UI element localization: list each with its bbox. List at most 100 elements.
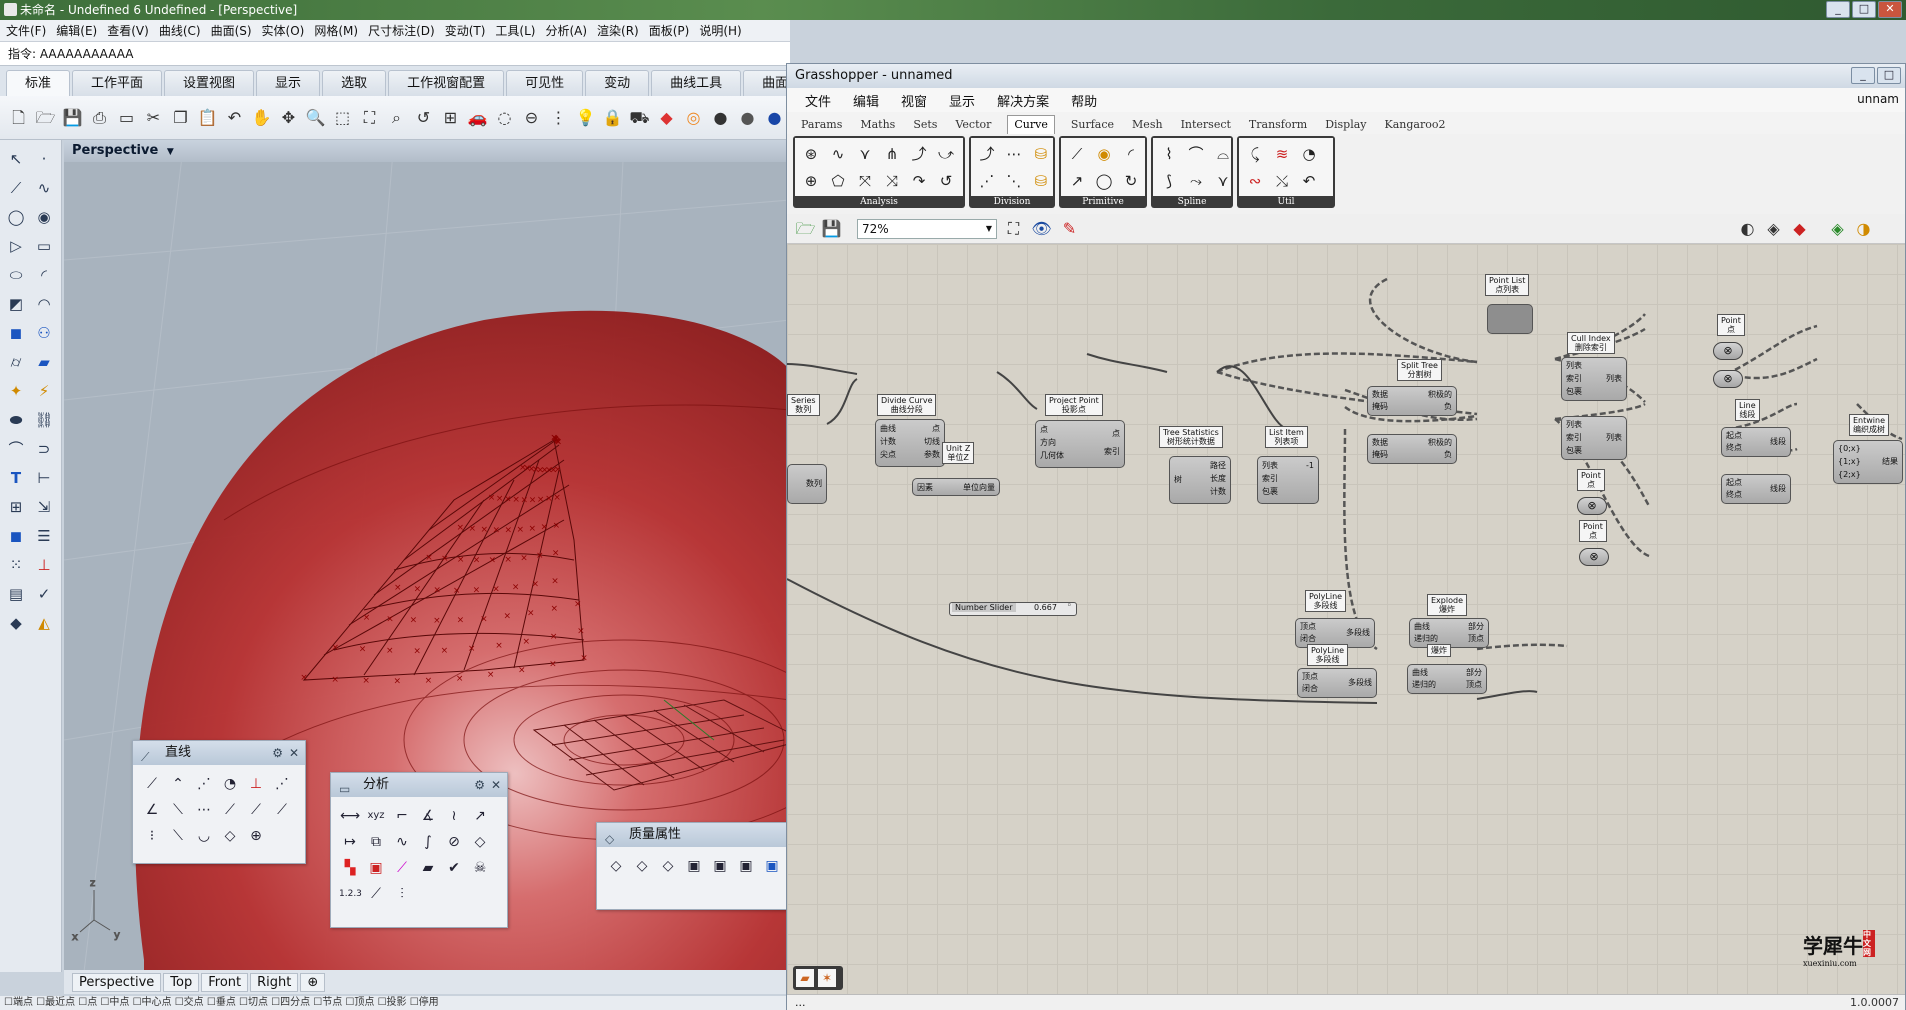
polygon-icon[interactable]: ▷: [4, 235, 28, 257]
rectangle-icon[interactable]: ▭: [32, 235, 56, 257]
vertical-line-icon[interactable]: ⟋: [245, 799, 267, 821]
point-param-2[interactable]: ⊗: [1713, 370, 1743, 388]
gh-menu-edit[interactable]: 编辑: [853, 91, 879, 110]
gh-menu-solution[interactable]: 解决方案: [997, 91, 1049, 110]
loft-icon[interactable]: ◠: [32, 293, 56, 315]
tab-cplane[interactable]: 工作平面: [72, 70, 163, 96]
blend-icon[interactable]: ◡: [193, 825, 215, 847]
polyline-component-icon[interactable]: ⟆: [1156, 168, 1182, 194]
zoom-window-icon[interactable]: ⬚: [332, 107, 353, 128]
contour-icon[interactable]: ⛁: [1028, 141, 1054, 167]
widget-icon-2[interactable]: ✶: [818, 969, 836, 987]
four-view-icon[interactable]: ⊞: [440, 107, 461, 128]
direction-icon[interactable]: ↗: [469, 805, 491, 827]
curve-icon[interactable]: ∿: [32, 177, 56, 199]
tab-visibility[interactable]: 可见性: [506, 70, 584, 96]
dimension-icon[interactable]: ⊢: [32, 467, 56, 489]
length-icon[interactable]: ⌐: [391, 805, 413, 827]
xyz-icon[interactable]: xyz: [365, 805, 387, 827]
group-icon[interactable]: ◼: [4, 525, 28, 547]
offset-curve-icon[interactable]: ≋: [1269, 141, 1295, 167]
point-param-3[interactable]: ⊗: [1577, 497, 1607, 515]
nurbs-curve-icon[interactable]: ⌒: [1183, 141, 1209, 167]
gh-tab-curve[interactable]: Curve: [1007, 115, 1055, 134]
tab-perspective[interactable]: Perspective: [72, 972, 162, 992]
preview-shaded-icon[interactable]: ◈: [1763, 218, 1784, 239]
gh-tab-sets[interactable]: Sets: [911, 118, 939, 134]
explode-component-2[interactable]: 曲线 递归的 部分 顶点: [1407, 664, 1487, 694]
gh-menu-display[interactable]: 显示: [949, 91, 975, 110]
lock-icon[interactable]: 🔒: [602, 107, 623, 128]
point-icon[interactable]: ·: [32, 148, 56, 170]
edge-icon[interactable]: ◇: [469, 831, 491, 853]
check-icon[interactable]: ✓: [32, 583, 56, 605]
snap-icon[interactable]: ⋮: [548, 107, 569, 128]
menu-render[interactable]: 渲染(R): [597, 22, 639, 39]
split-icon[interactable]: ⚡: [32, 380, 56, 402]
light-bulb-icon[interactable]: 💡: [575, 107, 596, 128]
explode-component-icon[interactable]: ⤹: [1242, 141, 1268, 167]
minimize-button[interactable]: _: [1826, 1, 1850, 18]
close-icon[interactable]: ✕: [491, 773, 501, 797]
gh-tab-kangaroo2[interactable]: Kangaroo2: [1383, 118, 1448, 134]
point-line-icon[interactable]: ⁝: [141, 825, 163, 847]
gh-tab-surface[interactable]: Surface: [1069, 118, 1116, 134]
naked-edge-icon[interactable]: ⫶: [391, 883, 413, 905]
point-list-component[interactable]: [1487, 304, 1533, 334]
eye-icon[interactable]: ◉: [32, 206, 56, 228]
line-component-icon[interactable]: ⟋: [1064, 141, 1090, 167]
gh-tab-mesh[interactable]: Mesh: [1130, 118, 1165, 134]
gh-menu-file[interactable]: 文件: [805, 91, 831, 110]
zoom-extents-icon[interactable]: ⛶: [359, 107, 380, 128]
undo-view-icon[interactable]: ↺: [413, 107, 434, 128]
perp-frame-icon[interactable]: ⤧: [852, 168, 878, 194]
curve-frame-icon[interactable]: ⋎: [852, 141, 878, 167]
hydrostatics-icon[interactable]: ▣: [761, 855, 783, 877]
menu-edit[interactable]: 编辑(E): [56, 22, 97, 39]
gh-menu-view[interactable]: 视窗: [901, 91, 927, 110]
zoom-icon[interactable]: 🔍: [305, 107, 326, 128]
shade-sphere-icon[interactable]: ●: [710, 107, 731, 128]
gear-icon[interactable]: ⚙: [474, 773, 485, 797]
rotate-view-icon[interactable]: ✥: [278, 107, 299, 128]
material-icon[interactable]: ◆: [656, 107, 677, 128]
tab-select[interactable]: 选取: [322, 70, 387, 96]
contour-ex-icon[interactable]: ⛁: [1028, 168, 1054, 194]
transform-icon[interactable]: ⇲: [32, 496, 56, 518]
line-from-points-icon[interactable]: ⋰: [193, 773, 215, 795]
curvature-graph-icon[interactable]: ↷: [906, 168, 932, 194]
dash-pattern-icon[interactable]: ⋱: [1001, 168, 1027, 194]
curve-closest-point-icon[interactable]: ⊛: [798, 141, 824, 167]
curvature-icon[interactable]: ≀: [443, 805, 465, 827]
divide-curve-icon[interactable]: ⤴: [974, 141, 1000, 167]
line-sdl-icon[interactable]: ↗: [1064, 168, 1090, 194]
menu-solid[interactable]: 实体(O): [262, 22, 305, 39]
solid-icon[interactable]: ◆: [4, 612, 28, 634]
tab-viewport-layout[interactable]: 工作视窗配置: [388, 70, 505, 96]
join-icon[interactable]: ⛓: [32, 409, 56, 431]
osnap-bar[interactable]: ☐端点 ☐最近点 ☐点 ☐中点 ☐中心点 ☐交点 ☐垂点 ☐切点 ☐四分点 ☐节…: [0, 996, 790, 1010]
boolean-icon[interactable]: ⬬: [4, 409, 28, 431]
zebra-icon[interactable]: ▚: [339, 857, 361, 879]
menu-analysis[interactable]: 分析(A): [545, 22, 587, 39]
menu-file[interactable]: 文件(F): [6, 22, 46, 39]
shatter-icon[interactable]: ⋰: [974, 168, 1000, 194]
polygon-center-icon[interactable]: ⬠: [825, 168, 851, 194]
paste-icon[interactable]: 📋: [197, 107, 218, 128]
cull-index-component-1[interactable]: 列表 索引 包裹 列表: [1561, 357, 1627, 401]
extrude-icon[interactable]: ▰: [32, 351, 56, 373]
gh-minimize-button[interactable]: _: [1851, 67, 1875, 84]
menu-mesh[interactable]: 网格(M): [314, 22, 358, 39]
save-file-icon[interactable]: 💾: [821, 218, 842, 239]
spheres-icon[interactable]: ⚇: [32, 322, 56, 344]
volume-moments-icon[interactable]: ▣: [735, 855, 757, 877]
page-icon[interactable]: ▭: [116, 107, 137, 128]
point-param-4[interactable]: ⊗: [1579, 548, 1609, 566]
menu-curve[interactable]: 曲线(C): [159, 22, 201, 39]
area-icon[interactable]: ◇: [605, 855, 627, 877]
text-icon[interactable]: T: [4, 467, 28, 489]
angle-icon[interactable]: ∡: [417, 805, 439, 827]
tab-right[interactable]: Right: [250, 972, 299, 992]
project-point-component[interactable]: 点方向 几何体 点索引: [1035, 420, 1125, 468]
gh-tab-transform[interactable]: Transform: [1247, 118, 1309, 134]
